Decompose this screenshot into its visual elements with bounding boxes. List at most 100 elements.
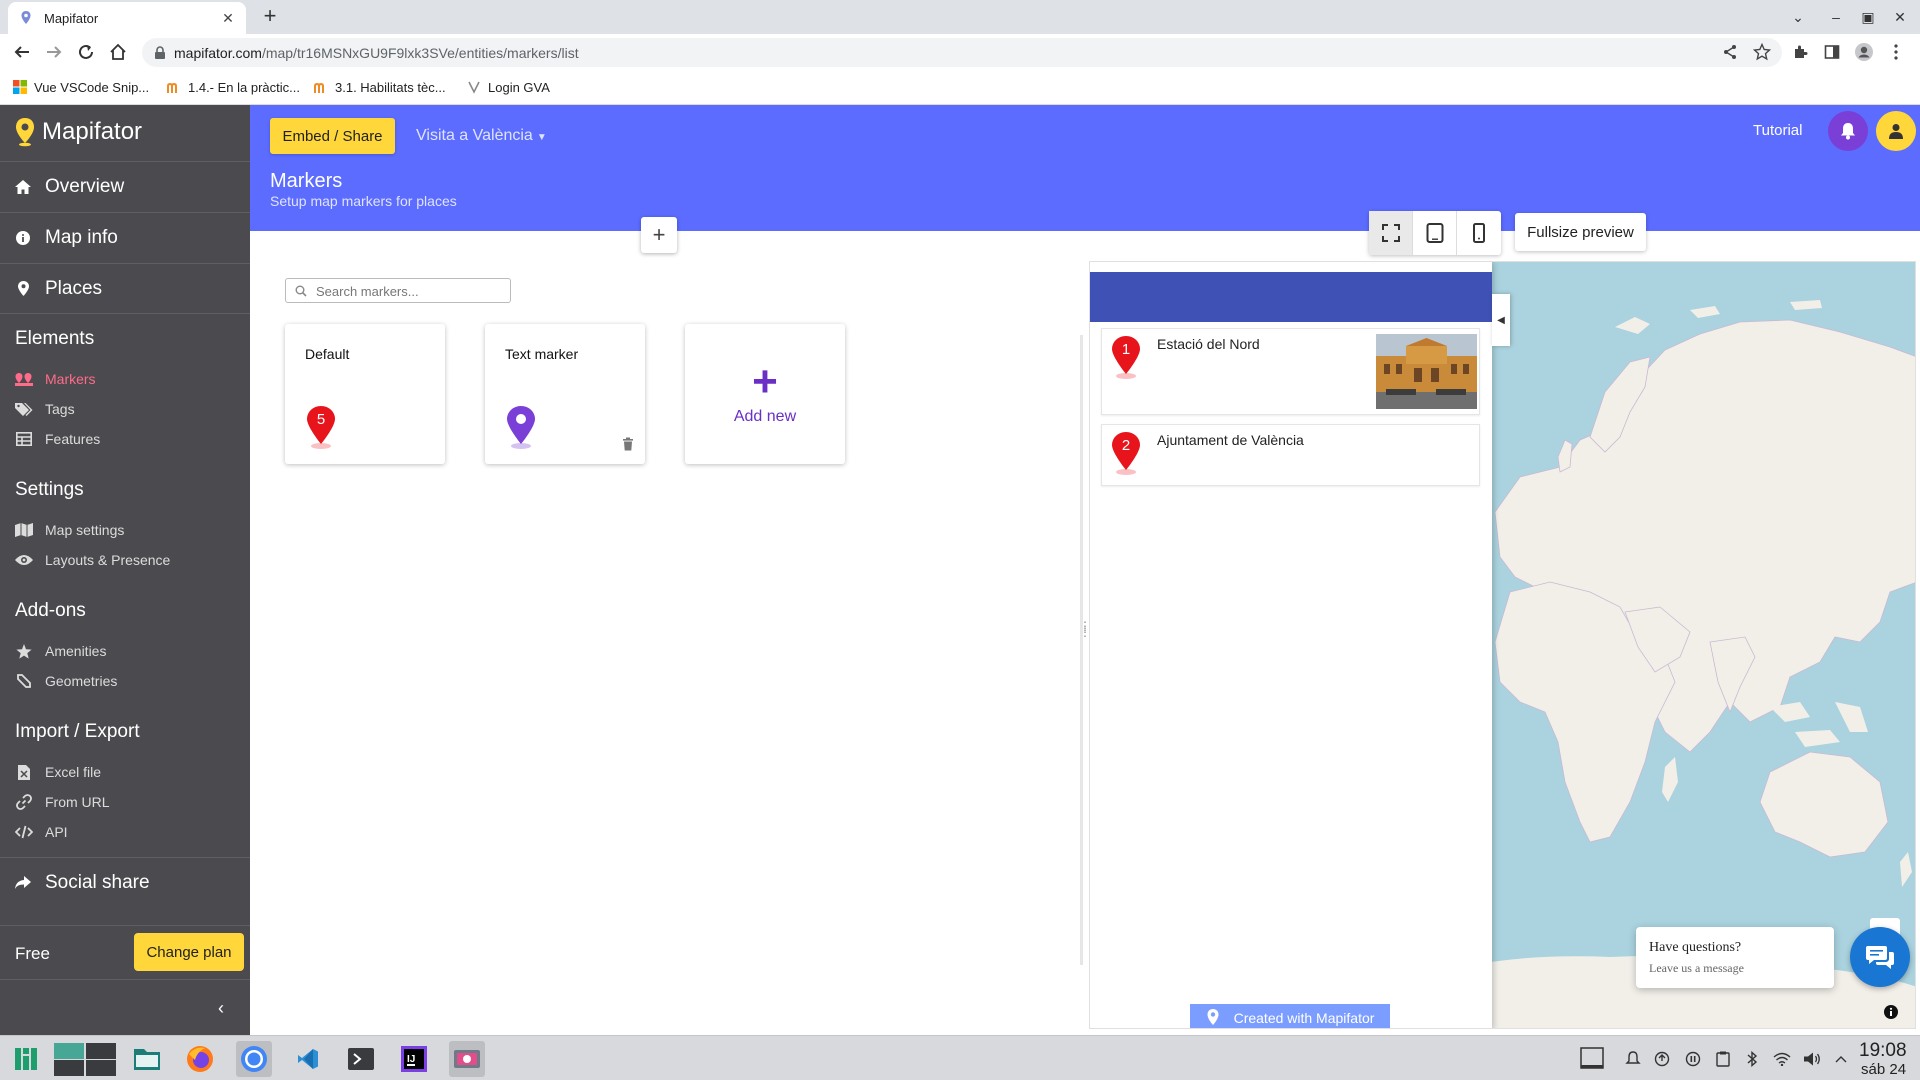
chat-button[interactable]: [1850, 927, 1910, 987]
bookmark-item[interactable]: 1.4.- En la pràctic...: [166, 79, 300, 95]
brand-logo[interactable]: Mapifator: [14, 117, 142, 147]
search-input[interactable]: [316, 282, 506, 300]
search-field[interactable]: [285, 278, 511, 303]
delete-icon[interactable]: [622, 437, 634, 451]
created-with-badge[interactable]: Created with Mapifator: [1190, 1004, 1390, 1028]
divider: [0, 979, 250, 980]
bookmark-item[interactable]: Login GVA: [466, 79, 550, 95]
browser-tab[interactable]: Mapifator ✕: [8, 2, 246, 34]
tags-icon: [15, 402, 33, 416]
sidebar-item-amenities[interactable]: Amenities: [15, 641, 106, 661]
chrome-icon[interactable]: [236, 1041, 272, 1077]
map-pin-icon: [15, 281, 31, 296]
profile-icon[interactable]: [1852, 40, 1876, 64]
sidebar-item-api[interactable]: API: [15, 822, 68, 842]
sidebar-item-geometries[interactable]: Geometries: [15, 671, 117, 691]
sidebar-item-layouts[interactable]: Layouts & Presence: [15, 550, 170, 570]
sidebar-item-places[interactable]: Places: [0, 263, 250, 313]
minimize-icon[interactable]: –: [1825, 6, 1847, 28]
bookmark-item[interactable]: Vue VSCode Snip...: [12, 79, 149, 95]
url-host: mapifator.com: [174, 45, 262, 61]
sidebar-item-features[interactable]: Features: [15, 429, 100, 449]
sidebar-item-map-settings[interactable]: Map settings: [15, 520, 124, 540]
close-window-icon[interactable]: ✕: [1889, 6, 1911, 28]
fullsize-preview-button[interactable]: Fullsize preview: [1515, 213, 1646, 251]
bookmark-star-icon[interactable]: [1750, 40, 1774, 64]
clipboard-tray-icon[interactable]: [1714, 1050, 1732, 1068]
bookmark-item[interactable]: 3.1. Habilitats tèc...: [313, 79, 446, 95]
media-tray-icon[interactable]: [1684, 1050, 1702, 1068]
collapse-list-icon[interactable]: ◀: [1492, 294, 1510, 346]
browser-toolbar: mapifator.com/map/tr16MSNxGU9F9lxk3SVe/e…: [0, 34, 1920, 70]
embed-share-button[interactable]: Embed / Share: [270, 118, 395, 154]
screenshot-tool-icon[interactable]: [449, 1041, 485, 1077]
sidebar-item-markers[interactable]: Markers: [15, 369, 96, 389]
place-name: Estació del Nord: [1157, 336, 1260, 352]
sidebar-item-from-url[interactable]: From URL: [15, 792, 110, 812]
map-selector-dropdown[interactable]: Visita a València ▼: [416, 127, 547, 145]
tray-expand-icon[interactable]: [1832, 1050, 1850, 1068]
markers-icon: [15, 372, 33, 386]
share-icon[interactable]: [1718, 40, 1742, 64]
sidebar: Mapifator Overview Map info Places Eleme…: [0, 105, 250, 1035]
reload-icon[interactable]: [74, 40, 98, 64]
volume-icon[interactable]: [1803, 1050, 1821, 1068]
mobile-preview-icon[interactable]: [1457, 211, 1501, 255]
add-marker-button[interactable]: +: [641, 217, 677, 253]
info-icon: [15, 230, 31, 245]
pane-splitter[interactable]: [1080, 335, 1083, 965]
clock-time[interactable]: 19:08: [1859, 1040, 1907, 1062]
sidebar-item-map-info[interactable]: Map info: [0, 212, 250, 262]
tab-search-icon[interactable]: ⌄: [1787, 6, 1809, 28]
collapse-sidebar-icon[interactable]: ‹: [218, 998, 224, 1019]
sidebar-item-tags[interactable]: Tags: [15, 399, 75, 419]
tutorial-link[interactable]: Tutorial: [1753, 122, 1802, 139]
clock-date[interactable]: sáb 24: [1861, 1061, 1906, 1078]
sidebar-item-social-share[interactable]: Social share: [0, 857, 250, 907]
sidebar-item-overview[interactable]: Overview: [0, 161, 250, 211]
add-new-marker-card[interactable]: + Add new: [685, 324, 845, 464]
close-tab-icon[interactable]: ✕: [220, 10, 236, 26]
new-tab-button[interactable]: +: [258, 5, 282, 29]
search-icon: [295, 285, 307, 297]
user-menu-button[interactable]: [1876, 111, 1916, 151]
vscode-icon[interactable]: [290, 1041, 326, 1077]
chat-prompt[interactable]: Have questions? Leave us a message: [1636, 927, 1834, 988]
sidebar-item-label: Geometries: [45, 673, 118, 689]
home-icon: [15, 179, 31, 194]
tablet-preview-icon[interactable]: [1413, 211, 1457, 255]
show-desktop-icon[interactable]: [1580, 1046, 1604, 1070]
marker-card-default[interactable]: Default 5: [285, 324, 445, 464]
map-info-icon[interactable]: [1883, 1004, 1899, 1020]
sidebar-item-excel[interactable]: Excel file: [15, 762, 101, 782]
browser-tab-bar: Mapifator ✕ + ⌄ – ▣ ✕: [0, 0, 1920, 34]
virtual-desktops-icon[interactable]: [50, 1041, 120, 1077]
file-manager-icon[interactable]: [129, 1041, 165, 1077]
address-bar[interactable]: mapifator.com/map/tr16MSNxGU9F9lxk3SVe/e…: [142, 38, 1782, 67]
home-browser-icon[interactable]: [106, 40, 130, 64]
terminal-icon[interactable]: [343, 1041, 379, 1077]
bookmark-label: 3.1. Habilitats tèc...: [335, 79, 446, 95]
marker-card-text-marker[interactable]: Text marker: [485, 324, 645, 464]
bluetooth-icon[interactable]: [1743, 1050, 1761, 1068]
updates-tray-icon[interactable]: [1653, 1050, 1671, 1068]
map-name: Visita a València: [416, 127, 533, 144]
place-item[interactable]: 1 Estació del Nord: [1101, 328, 1480, 415]
firefox-icon[interactable]: [182, 1041, 218, 1077]
notifications-button[interactable]: [1828, 111, 1868, 151]
gva-icon: [468, 81, 480, 94]
browser-menu-icon[interactable]: [1884, 40, 1908, 64]
notifications-tray-icon[interactable]: [1624, 1050, 1642, 1068]
side-panel-icon[interactable]: [1820, 40, 1844, 64]
wifi-icon[interactable]: [1773, 1050, 1791, 1068]
fullscreen-preview-icon[interactable]: [1369, 211, 1413, 255]
app-launcher-icon[interactable]: [8, 1041, 44, 1077]
extensions-icon[interactable]: [1788, 40, 1812, 64]
sidebar-item-label: Layouts & Presence: [45, 552, 171, 568]
intellij-icon[interactable]: IJ: [396, 1041, 432, 1077]
change-plan-button[interactable]: Change plan: [134, 933, 244, 971]
forward-icon[interactable]: [42, 40, 66, 64]
maximize-icon[interactable]: ▣: [1857, 6, 1879, 28]
place-item[interactable]: 2 Ajuntament de València: [1101, 424, 1480, 486]
back-icon[interactable]: [10, 40, 34, 64]
